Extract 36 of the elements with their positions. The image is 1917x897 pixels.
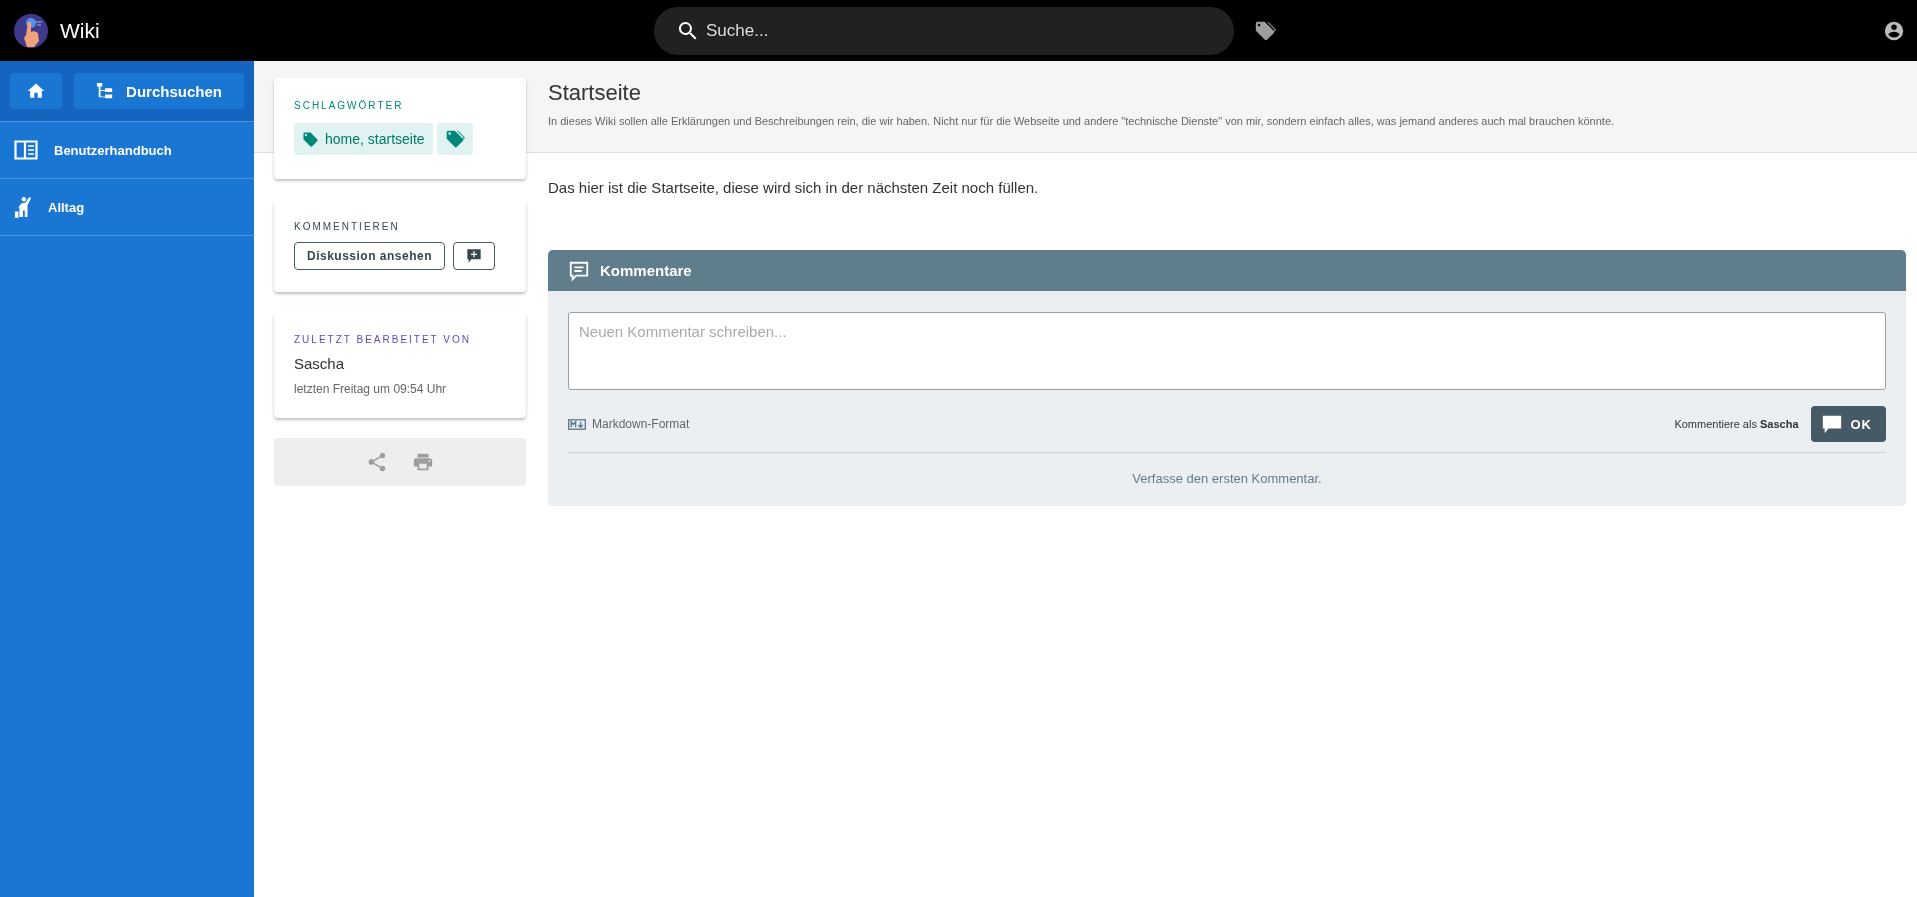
tags-icon[interactable] [1254,19,1276,42]
discussion-button[interactable]: Diskussion ansehen [294,242,446,270]
markdown-hint[interactable]: Markdown-Format [592,417,690,431]
page-title: Startseite [548,80,642,106]
comment-input[interactable]: Neuen Kommentar schreiben... [568,312,1886,390]
app-title[interactable]: Wiki [60,18,100,43]
comment-icon [568,259,590,282]
account-icon[interactable] [1883,19,1905,42]
markdown-icon [568,418,586,430]
book-icon [14,140,38,160]
edit-time: letzten Freitag um 09:54 Uhr [294,382,448,396]
add-comment-button[interactable] [453,242,496,270]
home-button[interactable] [10,73,62,109]
editor-name: Sascha [294,355,346,372]
empty-comments-text: Verfasse den ersten Kommentar. [1131,471,1323,486]
person-icon [14,196,32,218]
sidebar-item[interactable]: Benutzerhandbuch [0,122,254,179]
search-field[interactable]: Suche... [654,6,1234,55]
logo-icon[interactable] [14,13,48,48]
card-heading: KOMMENTIEREN [294,221,401,232]
comment-as-text: Kommentiere als Sascha [1674,418,1799,430]
submit-button[interactable]: OK [1810,406,1886,442]
tree-icon [96,82,115,100]
tag-chip[interactable]: home, startseite [294,123,433,155]
tags-icon [444,129,465,149]
tag-icon [302,130,319,148]
browse-button[interactable]: Durchsuchen [74,73,244,109]
card-heading: SCHLAGWÖRTER [294,100,405,111]
page-description: In dieses Wiki sollen alle Erklärungen und Beschreibungen rein, die wir haben. Nicht nur für die Webseite und andere "technische Dienste" von mir, sondern einfach alles, was jemand anderes auch mal brauchen könnte. [548,115,1616,127]
card-heading: ZULETZT BEARBEITET VON [294,334,472,345]
home-icon [26,81,46,101]
page-content: Das hier ist die Startseite, diese wird sich in der nächsten Zeit noch füllen. [548,179,1040,196]
tags-button[interactable] [436,123,473,155]
chat-bubble-icon [1820,413,1843,435]
comment-plus-icon [466,248,483,264]
comments-title: Kommentare [600,262,692,279]
